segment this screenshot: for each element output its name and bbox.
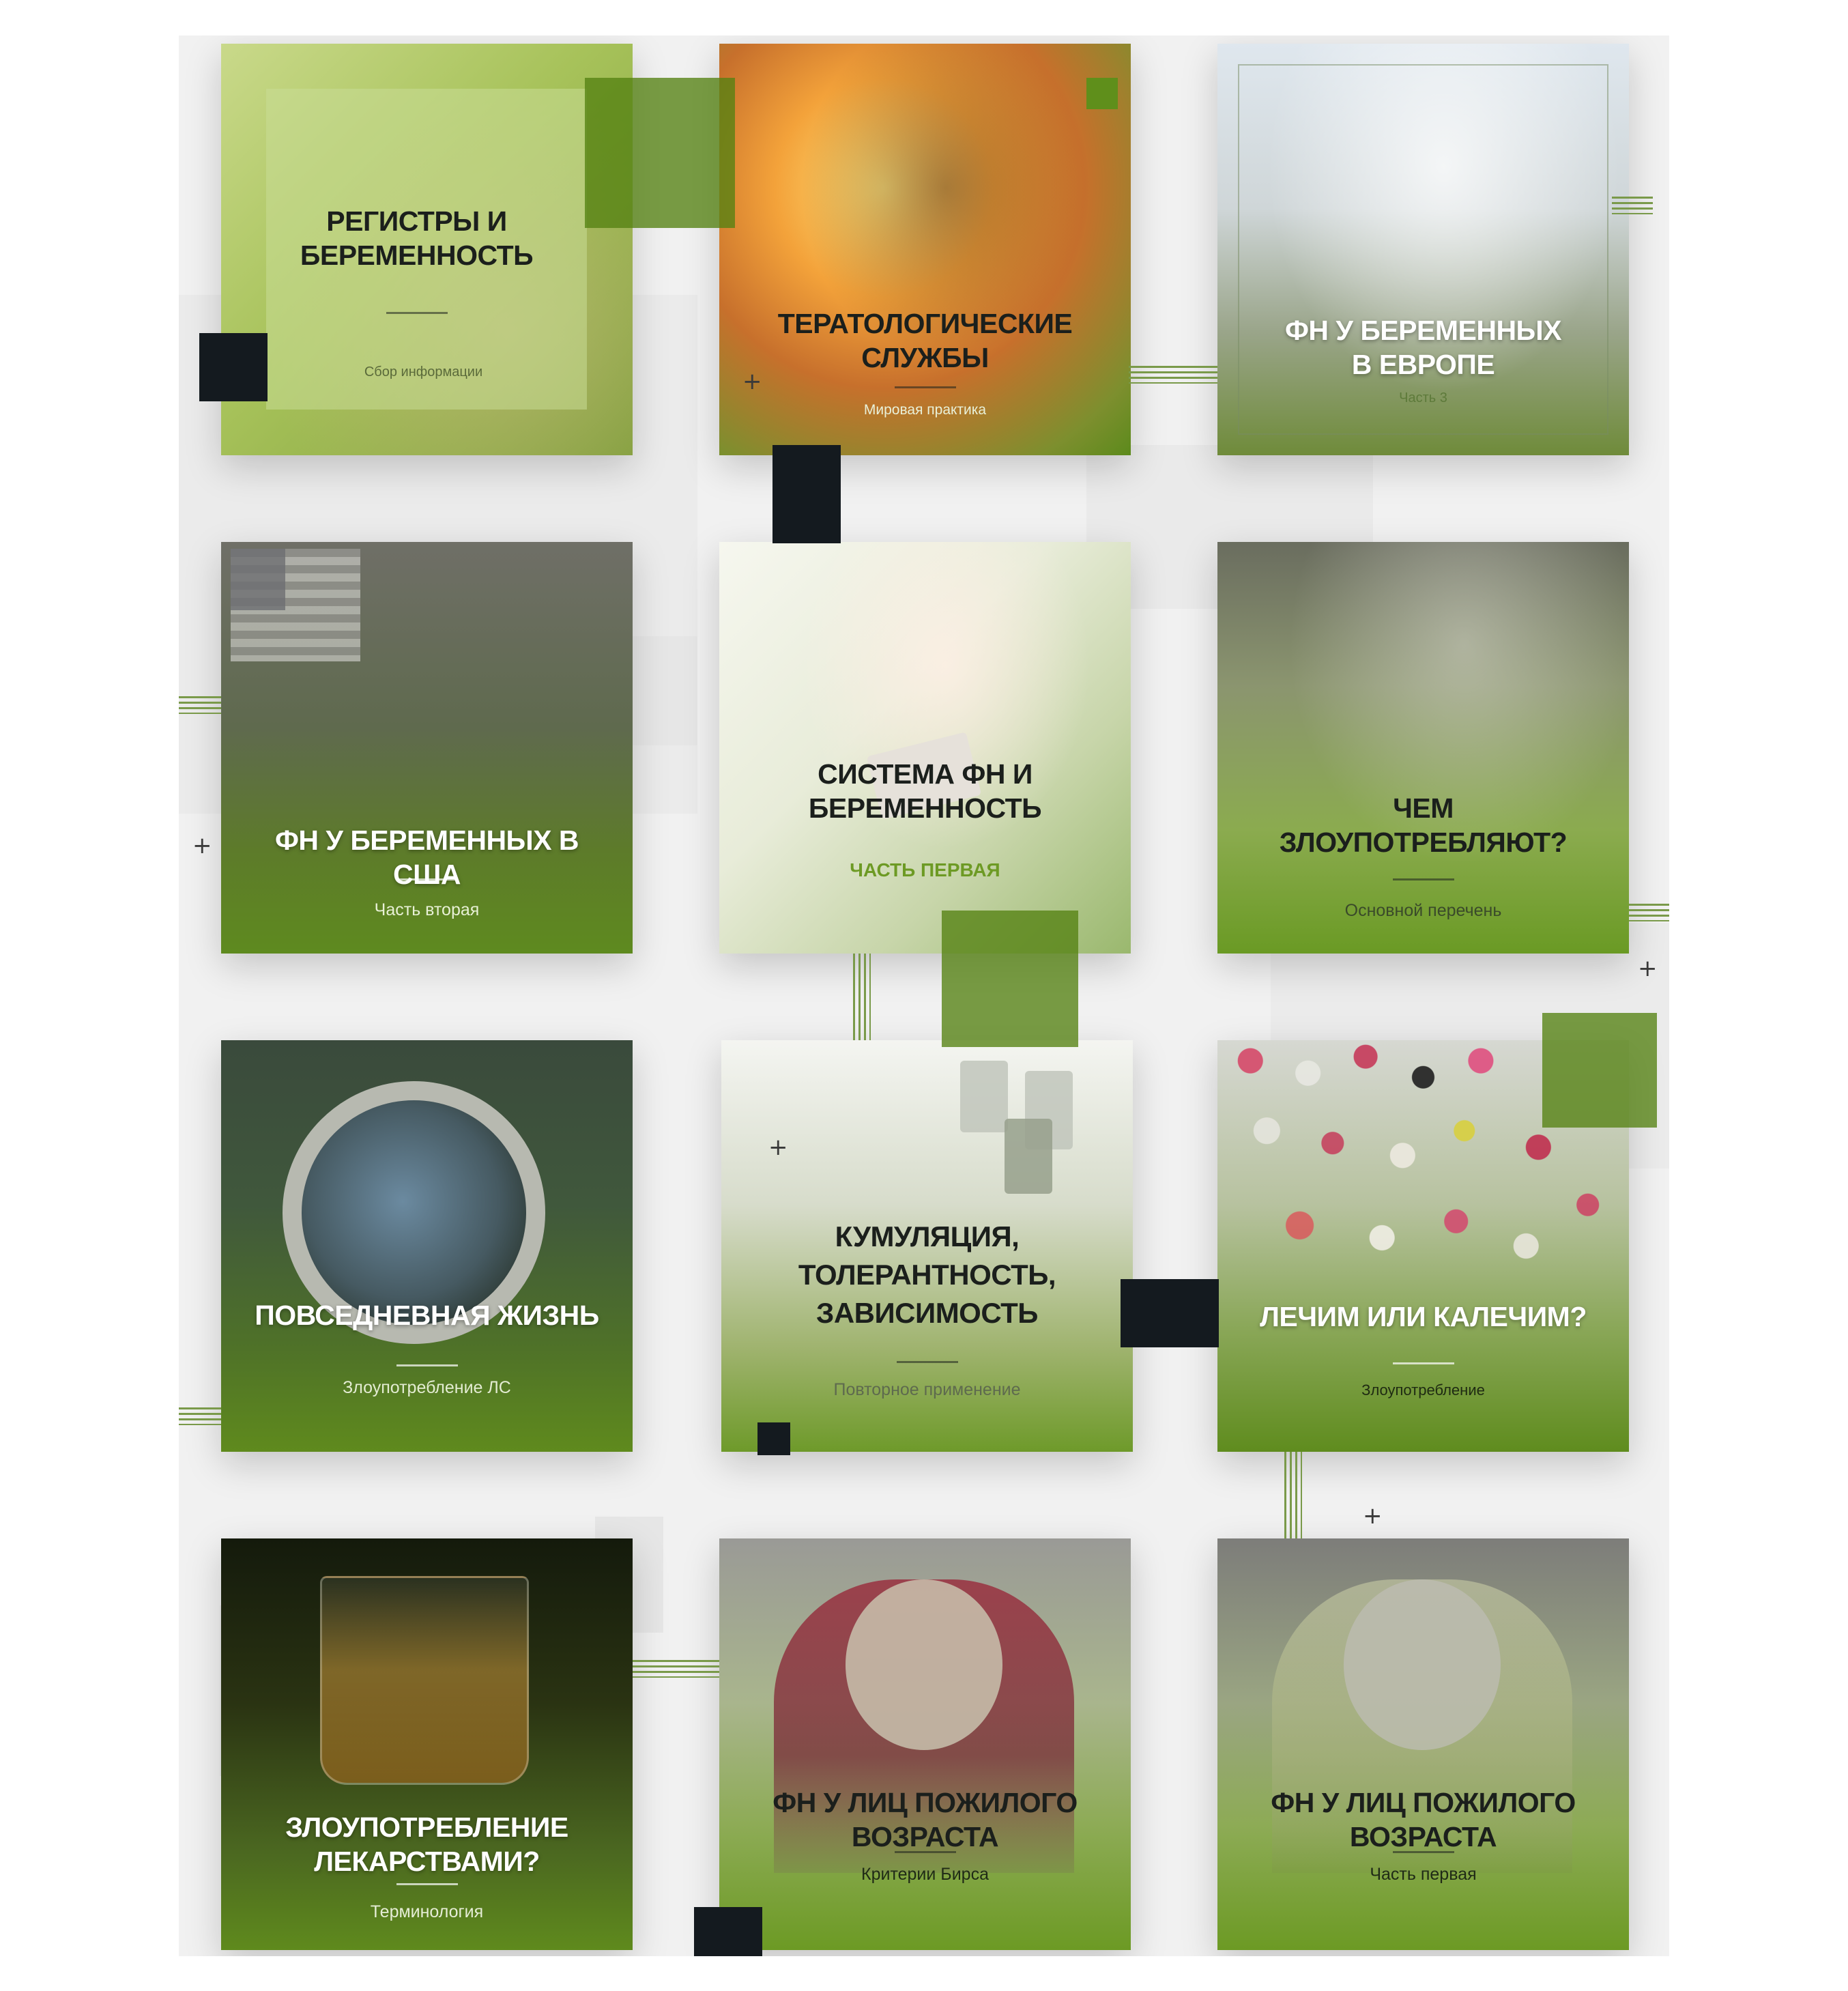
post-card-europe[interactable]: ФН у беременных в Европе Часть 3: [1217, 44, 1629, 455]
card-subtitle: ЧАСТЬ ПЕРВАЯ: [850, 859, 1000, 880]
title-divider: [1392, 878, 1454, 880]
face-image: [1344, 1579, 1501, 1750]
dark-square-decoration: [773, 445, 841, 543]
line-decoration: [1129, 366, 1217, 384]
card-title: ФН у лиц пожилого возраста: [1271, 1787, 1576, 1852]
green-square-decoration: [942, 911, 1078, 1047]
card-title: Лечим или калечим?: [1260, 1301, 1587, 1332]
post-card-elderly-part1[interactable]: ФН у лиц пожилого возраста Часть первая: [1217, 1538, 1629, 1950]
card-title: Система ФН и беременность: [808, 758, 1042, 824]
post-card-system[interactable]: Система ФН и беременность ЧАСТЬ ПЕРВАЯ: [719, 542, 1131, 954]
card-subtitle: Часть вторая: [374, 900, 480, 919]
card-subtitle: Часть 3: [1399, 390, 1447, 405]
card-title: ФН у беременных в США: [274, 825, 579, 890]
green-square-decoration: [1086, 78, 1118, 109]
card-subtitle: Основной перечень: [1344, 901, 1502, 920]
post-card-what-abused[interactable]: Чем злоупотребляют? Основной перечень: [1217, 542, 1629, 954]
card-title: ФН у лиц пожилого возраста: [773, 1787, 1078, 1852]
card-subtitle: Мировая практика: [863, 402, 987, 418]
line-decoration: [633, 1660, 719, 1678]
line-decoration: [179, 1407, 221, 1425]
post-card-elderly-beers[interactable]: ФН у лиц пожилого возраста Критерии Бирс…: [719, 1538, 1131, 1950]
plus-icon: +: [1363, 1502, 1383, 1530]
title-divider: [894, 1851, 956, 1853]
title-divider: [1392, 1362, 1454, 1364]
line-decoration: [179, 696, 221, 714]
flag-canton: [231, 549, 285, 610]
card-subtitle: Терминология: [370, 1902, 484, 1921]
title-divider: [1392, 1851, 1454, 1853]
card-title: ФН у беременных в Европе: [1284, 315, 1562, 380]
title-divider: [894, 386, 956, 388]
card-subtitle: Критерии Бирса: [861, 1865, 989, 1884]
whiskey-glass-image: [320, 1576, 529, 1785]
face-image: [846, 1579, 1002, 1750]
line-decoration: [1629, 904, 1669, 921]
post-card-drug-abuse[interactable]: Злоупотребление лекарствами? Терминологи…: [221, 1538, 633, 1950]
card-title: Чем злоупотребляют?: [1279, 792, 1568, 858]
plus-icon: +: [742, 368, 762, 395]
card-title: Повседневная жизнь: [255, 1300, 599, 1331]
title-divider: [396, 878, 458, 880]
plus-icon: +: [768, 1134, 788, 1161]
post-grid-canvas: Регистры и беременность Сбор информации …: [179, 35, 1669, 1956]
title-divider: [396, 1883, 458, 1885]
post-card-teratology[interactable]: Тератологические службы Мировая практика: [719, 44, 1131, 455]
title-divider: [396, 1364, 458, 1366]
card-subtitle: Часть первая: [1370, 1865, 1477, 1884]
line-decoration: [853, 954, 871, 1040]
card-title: Регистры и беременность: [300, 205, 534, 271]
dark-square-decoration: [1121, 1279, 1219, 1347]
dark-square-decoration: [199, 333, 268, 401]
card-subtitle: Сбор информации: [364, 364, 483, 379]
dark-square-decoration: [757, 1422, 790, 1455]
post-card-cumulation[interactable]: Кумуляция, толерантность, зависимость По…: [721, 1040, 1133, 1452]
plus-icon: +: [1638, 955, 1658, 982]
card-title: Злоупотребление лекарствами?: [285, 1811, 568, 1877]
line-decoration: [1612, 197, 1653, 214]
plus-icon: +: [192, 832, 212, 859]
card-subtitle: Злоупотребление ЛС: [343, 1378, 511, 1397]
card-subtitle: Повторное применение: [833, 1380, 1021, 1399]
title-divider: [386, 312, 448, 314]
card-title: Тератологические службы: [777, 308, 1073, 373]
card-title: Кумуляция, толерантность, зависимость: [798, 1220, 1056, 1329]
vial-image: [1005, 1119, 1052, 1194]
green-square-decoration: [585, 78, 735, 228]
post-card-everyday[interactable]: Повседневная жизнь Злоупотребление ЛС: [221, 1040, 633, 1452]
post-card-usa[interactable]: ФН у беременных в США Часть вторая: [221, 542, 633, 954]
vial-image: [960, 1061, 1008, 1132]
dark-square-decoration: [694, 1907, 762, 1956]
post-card-registries[interactable]: Регистры и беременность Сбор информации: [221, 44, 633, 455]
title-divider: [896, 1361, 958, 1363]
line-decoration: [1284, 1452, 1302, 1538]
green-square-decoration: [1542, 1013, 1657, 1128]
card-subtitle: Злоупотребление: [1361, 1381, 1485, 1399]
